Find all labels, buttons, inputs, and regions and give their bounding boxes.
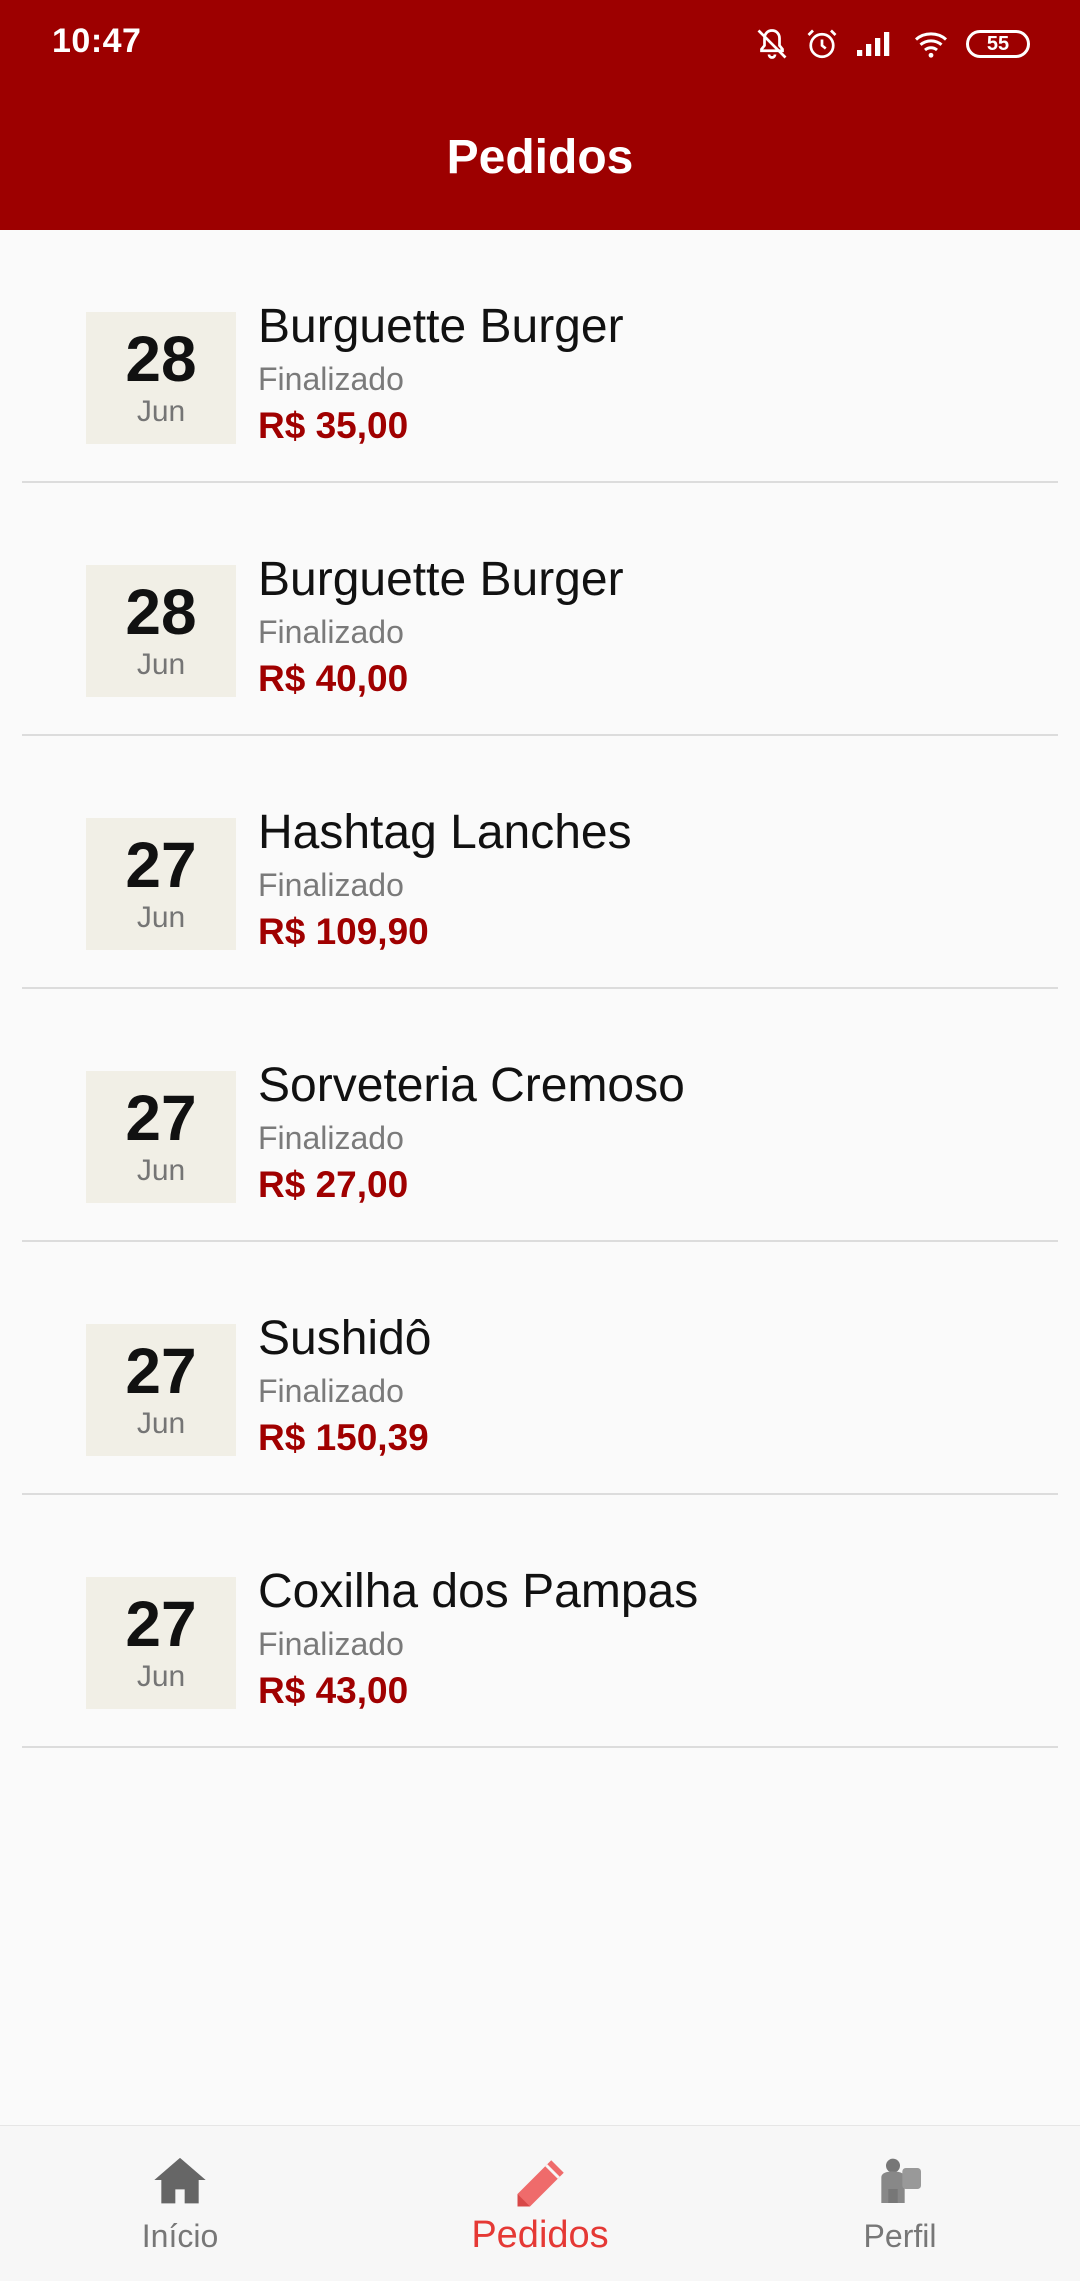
- app-header: 10:47 55 Pedidos: [0, 0, 1080, 230]
- order-info: Sushidô Finalizado R$ 150,39: [258, 1310, 431, 1462]
- status-icons: 55: [754, 22, 1030, 66]
- order-day: 27: [125, 1588, 197, 1660]
- order-date: 28 Jun: [86, 312, 236, 444]
- order-day: 28: [125, 323, 197, 395]
- order-item[interactable]: 27 Jun Coxilha dos Pampas Finalizado R$ …: [22, 1495, 1058, 1748]
- order-status: Finalizado: [258, 1120, 404, 1156]
- order-item[interactable]: 28 Jun Burguette Burger Finalizado R$ 35…: [22, 230, 1058, 483]
- order-month: Jun: [136, 648, 186, 681]
- pencil-icon: [517, 2160, 564, 2207]
- order-status: Finalizado: [258, 361, 404, 397]
- order-date: 27 Jun: [86, 1577, 236, 1709]
- order-day: 28: [125, 576, 197, 648]
- order-month: Jun: [136, 395, 186, 428]
- store-name: Burguette Burger: [258, 300, 624, 353]
- nav-label: Início: [141, 2218, 219, 2254]
- order-day: 27: [125, 1335, 197, 1407]
- nav-label: Pedidos: [471, 2214, 609, 2256]
- order-month: Jun: [136, 901, 186, 934]
- store-name: Sorveteria Cremoso: [258, 1059, 685, 1112]
- order-price: R$ 109,90: [258, 911, 429, 952]
- bottom-navigation: Início Pedidos Perfil: [0, 2125, 1080, 2281]
- order-item[interactable]: 28 Jun Burguette Burger Finalizado R$ 40…: [22, 483, 1058, 736]
- order-price: R$ 27,00: [258, 1164, 409, 1205]
- nav-label: Perfil: [863, 2218, 937, 2254]
- wifi-icon: [914, 32, 948, 58]
- nav-tab-perfil[interactable]: Perfil: [720, 2126, 1080, 2281]
- order-price: R$ 40,00: [258, 658, 409, 699]
- order-price: R$ 35,00: [258, 405, 409, 446]
- order-status: Finalizado: [258, 867, 404, 903]
- order-date: 27 Jun: [86, 1071, 236, 1203]
- order-info: Sorveteria Cremoso Finalizado R$ 27,00: [258, 1057, 685, 1209]
- order-date: 28 Jun: [86, 565, 236, 697]
- battery-icon: 55: [966, 30, 1030, 58]
- store-name: Coxilha dos Pampas: [258, 1565, 699, 1618]
- status-time: 10:47: [52, 22, 142, 60]
- store-name: Hashtag Lanches: [258, 806, 632, 859]
- order-month: Jun: [136, 1660, 186, 1693]
- order-date: 27 Jun: [86, 818, 236, 950]
- notifications-off-icon: [757, 29, 787, 59]
- order-item[interactable]: 27 Jun Hashtag Lanches Finalizado R$ 109…: [22, 736, 1058, 989]
- alarm-icon: [807, 29, 837, 59]
- order-item[interactable]: 27 Jun Sorveteria Cremoso Finalizado R$ …: [22, 989, 1058, 1242]
- order-price: R$ 43,00: [258, 1670, 409, 1711]
- order-date: 27 Jun: [86, 1324, 236, 1456]
- order-info: Coxilha dos Pampas Finalizado R$ 43,00: [258, 1563, 698, 1715]
- orders-list: 28 Jun Burguette Burger Finalizado R$ 35…: [22, 230, 1058, 1748]
- nav-tab-inicio[interactable]: Início: [0, 2126, 360, 2281]
- order-status: Finalizado: [258, 614, 404, 650]
- order-info: Hashtag Lanches Finalizado R$ 109,90: [258, 804, 632, 956]
- order-info: Burguette Burger Finalizado R$ 35,00: [258, 298, 624, 450]
- order-status: Finalizado: [258, 1373, 404, 1409]
- order-status: Finalizado: [258, 1626, 404, 1662]
- page-title: Pedidos: [446, 131, 634, 184]
- order-item[interactable]: 27 Jun Sushidô Finalizado R$ 150,39: [22, 1242, 1058, 1495]
- order-month: Jun: [136, 1154, 186, 1187]
- nav-tab-pedidos[interactable]: Pedidos: [360, 2126, 720, 2281]
- home-icon: [154, 2157, 206, 2204]
- order-day: 27: [125, 1082, 197, 1154]
- store-name: Sushidô: [258, 1312, 432, 1365]
- order-price: R$ 150,39: [258, 1417, 429, 1458]
- order-info: Burguette Burger Finalizado R$ 40,00: [258, 551, 624, 703]
- battery-level: 55: [986, 32, 1010, 55]
- order-month: Jun: [136, 1407, 186, 1440]
- signal-icon: [857, 32, 890, 56]
- store-name: Burguette Burger: [258, 553, 624, 606]
- profile-icon: [881, 2158, 921, 2203]
- order-day: 27: [125, 829, 197, 901]
